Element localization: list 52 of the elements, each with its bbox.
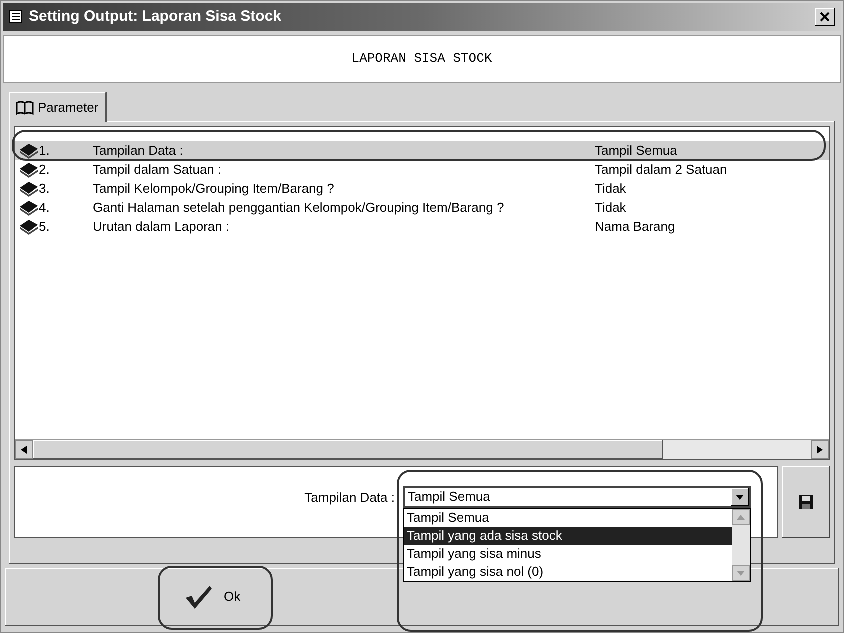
right-arrow-icon [817,446,823,454]
parameter-label: Urutan dalam Laporan : [93,218,231,236]
row-number: 4. [39,198,51,217]
down-arrow-icon [737,570,745,576]
dropdown[interactable]: Tampil Semua [403,486,751,508]
checkmark-icon [184,584,214,610]
parameter-label: Tampilan Data : [93,142,184,160]
open-book-icon [16,100,34,114]
parameter-value: Tampil Semua [595,142,678,160]
save-button[interactable] [782,466,830,538]
parameter-row[interactable]: 1. Tampilan Data : Tampil Semua [15,141,829,160]
save-icon [799,495,813,509]
dropdown-option[interactable]: Tampil Semua [404,509,732,527]
book-icon [19,142,39,158]
window-title: Setting Output: Laporan Sisa Stock [29,6,282,27]
row-number: 1. [39,142,51,160]
parameter-value: Tidak [595,198,626,217]
scroll-thumb[interactable] [33,440,663,459]
book-icon [19,218,39,234]
up-arrow-icon [737,514,745,520]
editor-label: Tampilan Data : [304,489,395,507]
parameter-label: Tampil dalam Satuan : [93,160,223,179]
book-icon [19,162,39,178]
parameter-row[interactable]: 4. Ganti Halaman setelah penggantian Kelompok/Grouping Item/Barang ? Tidak [15,198,829,217]
window-icon [9,10,23,24]
tab[interactable]: Parameter [9,92,107,122]
parameter-row[interactable]: 2. Tampil dalam Satuan : Tampil dalam 2 Satuan [15,160,829,179]
report-title: LAPORAN SISA STOCK [352,50,492,68]
close-icon [820,12,830,22]
horizontal-scrollbar[interactable] [15,439,829,459]
row-number: 5. [39,218,51,236]
parameter-value: Tidak [595,180,626,198]
caret-icon [736,494,744,500]
scroll-left-button[interactable] [15,440,33,459]
row-number: 3. [39,180,51,198]
parameter-value: Tampil dalam 2 Satuan [595,160,728,179]
dropdown-option[interactable]: Tampil yang sisa nol (0) [404,563,732,581]
scroll-right-button[interactable] [811,440,829,459]
row-number: 2. [39,160,51,179]
parameter-row[interactable]: 5. Urutan dalam Laporan : Nama Barang [15,217,829,236]
book-icon [19,180,39,196]
parameter-label: Ganti Halaman setelah penggantian Kelompok/Grouping Item/Barang ? [93,198,506,217]
parameter-row[interactable]: 3. Tampil Kelompok/Grouping Item/Barang ? Tidak [15,179,829,198]
book-icon [19,200,39,216]
close-button[interactable] [815,8,835,26]
dropdown-option[interactable]: Tampil yang sisa minus [404,545,732,563]
dropdown-button[interactable] [731,488,749,506]
dropdown-option[interactable]: Tampil yang ada sisa stock [404,527,732,545]
left-arrow-icon [21,446,27,454]
parameter-value: Nama Barang [595,218,676,236]
parameter-label: Tampil Kelompok/Grouping Item/Barang ? [93,180,336,198]
ok-button[interactable]: Ok [176,577,249,617]
